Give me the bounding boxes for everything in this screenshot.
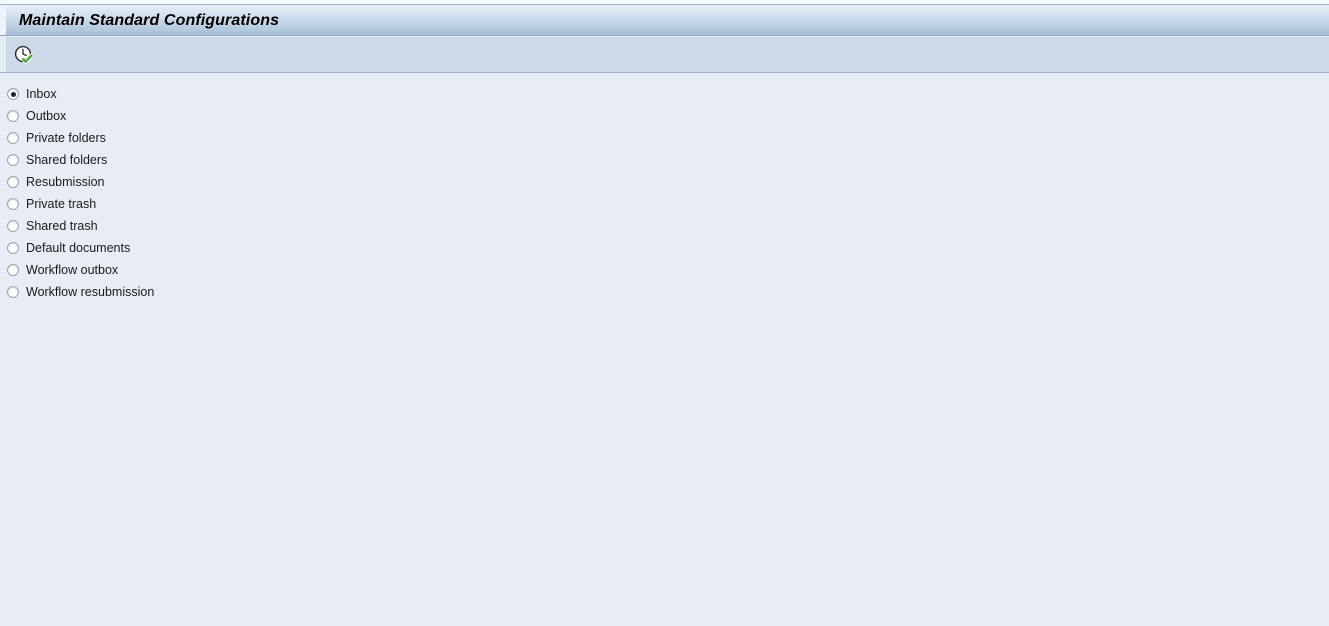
radio-option-label: Default documents <box>26 241 131 255</box>
folder-selection-radio-group: Inbox Outbox Private folders Shared fold… <box>7 83 427 303</box>
radio-option-default-documents[interactable]: Default documents <box>7 237 427 259</box>
radio-option-label: Private trash <box>26 197 97 211</box>
content-area: Inbox Outbox Private folders Shared fold… <box>0 74 1329 626</box>
radio-option-private-trash[interactable]: Private trash <box>7 193 427 215</box>
radio-option-label: Workflow outbox <box>26 263 119 277</box>
radio-button-icon[interactable] <box>7 264 19 276</box>
radio-option-resubmission[interactable]: Resubmission <box>7 171 427 193</box>
radio-option-label: Inbox <box>26 87 57 101</box>
application-window: Maintain Standard Configurations © www.t… <box>0 0 1329 626</box>
toolbar-left-gap <box>0 37 6 72</box>
window-top-strip <box>0 0 1329 5</box>
radio-option-workflow-outbox[interactable]: Workflow outbox <box>7 259 427 281</box>
radio-button-icon[interactable] <box>7 154 19 166</box>
clock-check-icon <box>12 43 36 67</box>
radio-button-icon[interactable] <box>7 242 19 254</box>
execute-button[interactable] <box>12 43 36 67</box>
page-title: Maintain Standard Configurations <box>19 11 280 29</box>
radio-button-icon[interactable] <box>7 110 19 122</box>
radio-option-outbox[interactable]: Outbox <box>7 105 427 127</box>
radio-button-icon[interactable] <box>7 198 19 210</box>
radio-option-label: Shared trash <box>26 219 98 233</box>
radio-option-label: Resubmission <box>26 175 105 189</box>
radio-option-shared-trash[interactable]: Shared trash <box>7 215 427 237</box>
radio-button-icon[interactable] <box>7 286 19 298</box>
radio-option-shared-folders[interactable]: Shared folders <box>7 149 427 171</box>
toolbar: © www.tutorialkart.com <box>0 37 1329 73</box>
radio-option-workflow-resubmission[interactable]: Workflow resubmission <box>7 281 427 303</box>
radio-option-private-folders[interactable]: Private folders <box>7 127 427 149</box>
radio-button-icon[interactable] <box>7 88 19 100</box>
radio-option-label: Outbox <box>26 109 67 123</box>
radio-option-label: Shared folders <box>26 153 108 167</box>
radio-option-inbox[interactable]: Inbox <box>7 83 427 105</box>
radio-button-icon[interactable] <box>7 132 19 144</box>
radio-button-icon[interactable] <box>7 220 19 232</box>
radio-option-label: Private folders <box>26 131 106 145</box>
radio-button-icon[interactable] <box>7 176 19 188</box>
title-bar: Maintain Standard Configurations <box>0 6 1329 36</box>
radio-option-label: Workflow resubmission <box>26 285 155 299</box>
